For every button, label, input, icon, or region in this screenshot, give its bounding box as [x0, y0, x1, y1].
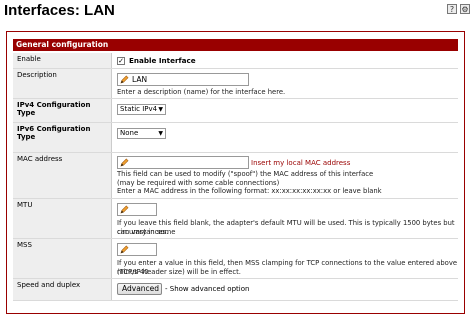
pencil-icon	[120, 245, 129, 254]
description-label: Description	[13, 69, 112, 98]
ipv6-label: IPv6 Configuration Type	[13, 123, 112, 152]
ipv4-selected: Static IPv4	[120, 105, 158, 113]
row-description: Description LAN Enter a description (nam…	[13, 69, 458, 99]
mss-input[interactable]	[117, 243, 157, 256]
insert-mac-link[interactable]: Insert my local MAC address	[251, 159, 350, 167]
row-speed-duplex: Speed and duplex Advanced - Show advance…	[13, 279, 458, 301]
row-enable: Enable ✓ Enable Interface	[13, 53, 458, 69]
panel-header: General configuration	[13, 39, 458, 51]
mtu-label: MTU	[13, 199, 112, 238]
top-icons: ? ⚙	[447, 4, 470, 14]
row-mac-address: MAC address Insert my local MAC address …	[13, 153, 458, 199]
mtu-help-line2: circumstances.	[117, 227, 169, 236]
description-value: LAN	[132, 75, 148, 84]
enable-checkbox[interactable]: ✓	[117, 57, 125, 65]
show-advanced-text: - Show advanced option	[165, 285, 250, 293]
enable-label: Enable	[13, 53, 112, 68]
pencil-icon	[120, 205, 129, 214]
ipv4-select[interactable]: Static IPv4 ▼	[117, 104, 166, 115]
enable-interface-label: Enable Interface	[129, 56, 196, 65]
row-ipv4: IPv4 Configuration Type Static IPv4 ▼	[13, 99, 458, 123]
mac-address-label: MAC address	[13, 153, 112, 198]
row-mtu: MTU If you leave this field blank, the a…	[13, 199, 458, 239]
pencil-icon	[120, 158, 129, 167]
ipv6-selected: None	[120, 129, 139, 137]
mac-help-line2: (may be required with some cable connect…	[117, 178, 280, 187]
chevron-down-icon: ▼	[158, 106, 163, 113]
page-title: Interfaces: LAN	[4, 2, 115, 19]
ipv4-label: IPv4 Configuration Type	[13, 99, 112, 122]
pencil-icon	[120, 75, 129, 84]
description-input[interactable]: LAN	[117, 73, 249, 86]
description-help: Enter a description (name) for the inter…	[117, 88, 286, 96]
mac-help-line3: Enter a MAC address in the following for…	[117, 187, 382, 195]
row-mss: MSS If you enter a value in this field, …	[13, 239, 458, 279]
speed-duplex-label: Speed and duplex	[13, 279, 112, 300]
help-icon[interactable]: ?	[447, 4, 457, 14]
chevron-down-icon: ▼	[158, 130, 163, 137]
mss-label: MSS	[13, 239, 112, 278]
row-ipv6: IPv6 Configuration Type None ▼	[13, 123, 458, 153]
advanced-button[interactable]: Advanced	[117, 283, 162, 295]
mtu-input[interactable]	[117, 203, 157, 216]
mac-address-input[interactable]	[117, 156, 249, 169]
settings-icon[interactable]: ⚙	[460, 4, 470, 14]
mss-help-line2: (TCP/IP header size) will be in effect.	[117, 267, 241, 276]
ipv6-select[interactable]: None ▼	[117, 128, 166, 139]
mac-help-line1: This field can be used to modify ("spoof…	[117, 170, 374, 178]
general-configuration-panel: General configuration Enable ✓ Enable In…	[6, 31, 465, 314]
